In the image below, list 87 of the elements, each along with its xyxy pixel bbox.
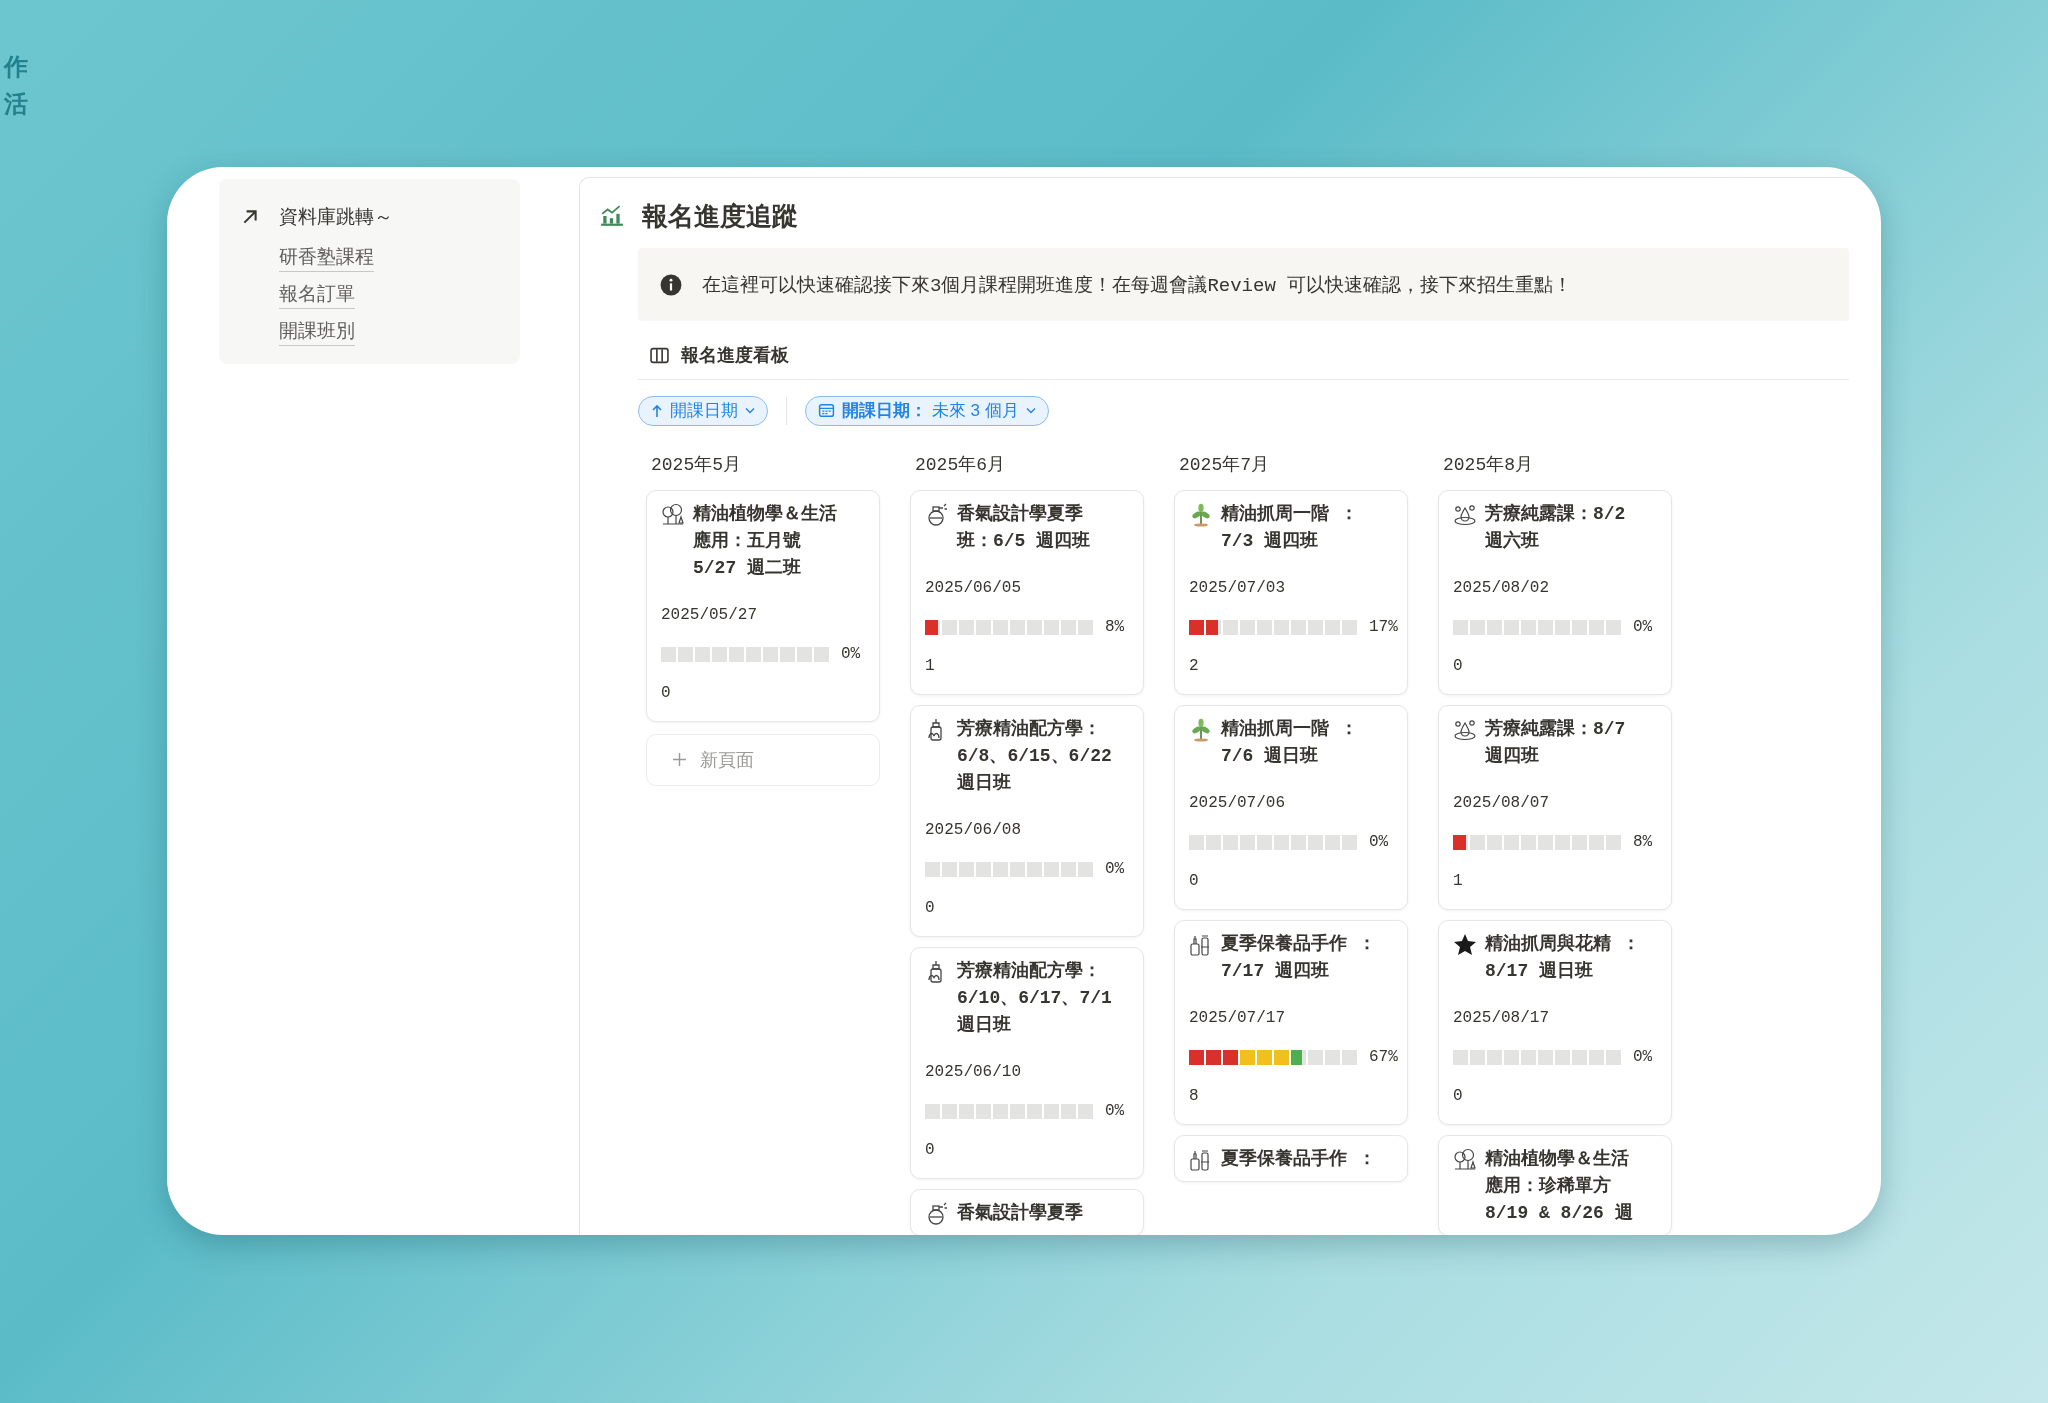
callout-text: 在這裡可以快速確認接下來3個月課程開班進度！在每週會議Review 可以快速確認，接下來招生重點！ [702,273,1573,298]
water-drop-icon [1453,502,1477,527]
course-card[interactable]: 精油抓周一階 ：7/6 週日班 2025/07/06 0% 0 [1174,704,1408,910]
perfume-bottle-icon [925,1201,949,1226]
progress-percent: 8% [1105,616,1125,638]
card-title: 精油植物學＆生活應用：珍稀單方 8/19 & 8/26 週 [1485,1147,1634,1225]
calendar-icon [818,402,835,419]
chevron-down-icon [745,407,755,414]
page-title: 報名進度追蹤 [642,199,798,233]
enrollment-count: 2 [1189,655,1200,677]
board-icon [650,346,669,364]
card-title: 芳療純露課：8/2 週六班 [1485,502,1627,553]
progress-percent: 0% [1633,1046,1653,1068]
column-heading: 2025年8月 [1442,453,1534,477]
sidebar-link[interactable]: 研香塾課程 [279,243,374,272]
course-card[interactable]: 芳療純露課：8/7 週四班 2025/08/07 8% 1 [1438,704,1672,910]
enrollment-count: 0 [1189,870,1200,892]
card-title: 精油抓周與花精 ：8/17 週日班 [1485,932,1641,983]
chevron-down-icon [1025,407,1036,414]
plus-icon [673,753,686,766]
card-title: 精油植物學＆生活應用：五月號 5/27 週二班 [693,502,838,580]
progress-percent: 17% [1369,616,1398,638]
course-card[interactable]: 夏季保養品手作 ：7/17 週四班 2025/07/17 67% 8 [1174,919,1408,1125]
course-card[interactable]: 夏季保養品手作 ： [1174,1134,1408,1182]
sidebar-link[interactable]: 開課班別 [279,317,355,346]
progress-percent: 0% [1633,616,1653,638]
enrollment-count: 0 [1453,1085,1464,1107]
start-date: 2025/08/07 [1453,792,1550,814]
course-card[interactable]: 精油植物學＆生活應用：珍稀單方 8/19 & 8/26 週 [1438,1134,1672,1235]
column-heading: 2025年6月 [914,453,1006,477]
card-title: 香氣設計學夏季 [957,1201,1084,1225]
enrollment-count: 1 [925,655,936,677]
progress-percent: 67% [1369,1046,1398,1068]
start-date: 2025/06/05 [925,577,1022,599]
card-title: 精油抓周一階 ：7/3 週四班 [1221,502,1359,553]
progress-percent: 0% [1105,1100,1125,1122]
enrollment-count: 0 [925,1139,936,1161]
sidebar-heading: 資料庫跳轉～ [279,205,393,229]
progress-percent: 0% [1369,831,1389,853]
view-tab[interactable]: 報名進度看板 [650,343,789,367]
progress-percent: 8% [1633,831,1653,853]
up-arrow-icon [651,403,663,418]
perfume-bottle-icon [925,502,949,527]
start-date: 2025/05/27 [661,604,758,626]
sprout-icon [1189,717,1213,742]
course-card[interactable]: 精油植物學＆生活應用：五月號 5/27 週二班 2025/05/27 0% 0 [646,489,880,722]
enrollment-count: 1 [1453,870,1464,892]
sort-chip[interactable]: 開課日期 [638,395,768,426]
card-title: 芳療純露課：8/7 週四班 [1485,717,1627,768]
progress-percent: 0% [1105,858,1125,880]
trees-icon [1453,1147,1477,1172]
water-drop-icon [1453,717,1477,742]
arrow-icon [241,208,259,226]
enrollment-count: 0 [1453,655,1464,677]
edge-text: 活 [4,89,28,119]
start-date: 2025/06/08 [925,819,1022,841]
start-date: 2025/07/03 [1189,577,1286,599]
course-card[interactable]: 香氣設計學夏季班：6/5 週四班 2025/06/05 8% 1 [910,489,1144,695]
course-card[interactable]: 香氣設計學夏季 [910,1188,1144,1235]
sprout-icon [1189,502,1213,527]
enrollment-count: 0 [925,897,936,919]
card-title: 精油抓周一階 ：7/6 週日班 [1221,717,1359,768]
sidebar-link[interactable]: 報名訂單 [279,280,355,309]
edge-text: 作 [4,52,28,82]
course-card[interactable]: 精油抓周一階 ：7/3 週四班 2025/07/03 17% 2 [1174,489,1408,695]
progress-percent: 0% [841,643,861,665]
course-card[interactable]: 精油抓周與花精 ：8/17 週日班 2025/08/17 0% 0 [1438,919,1672,1125]
start-date: 2025/06/10 [925,1061,1022,1083]
card-title: 芳療精油配方學：6/10、6/17、7/1 週日班 [957,959,1113,1037]
column-heading: 2025年7月 [1178,453,1270,477]
card-title: 芳療精油配方學：6/8、6/15、6/22 週日班 [957,717,1113,795]
column-heading: 2025年5月 [650,453,742,477]
chart-icon [600,205,624,227]
card-title: 夏季保養品手作 ：7/17 週四班 [1221,932,1377,983]
start-date: 2025/08/17 [1453,1007,1550,1029]
card-title: 香氣設計學夏季班：6/5 週四班 [957,502,1092,553]
start-date: 2025/08/02 [1453,577,1550,599]
course-card[interactable]: 芳療精油配方學：6/8、6/15、6/22 週日班 2025/06/08 0% 0 [910,704,1144,937]
info-icon [660,273,682,296]
enrollment-count: 8 [1189,1085,1200,1107]
trees-icon [661,502,685,527]
card-title: 夏季保養品手作 ： [1221,1147,1377,1171]
course-card[interactable]: 芳療精油配方學：6/10、6/17、7/1 週日班 2025/06/10 0% 0 [910,946,1144,1179]
enrollment-count: 0 [661,682,672,704]
start-date: 2025/07/17 [1189,1007,1286,1029]
course-card[interactable]: 芳療純露課：8/2 週六班 2025/08/02 0% 0 [1438,489,1672,695]
start-date: 2025/07/06 [1189,792,1286,814]
